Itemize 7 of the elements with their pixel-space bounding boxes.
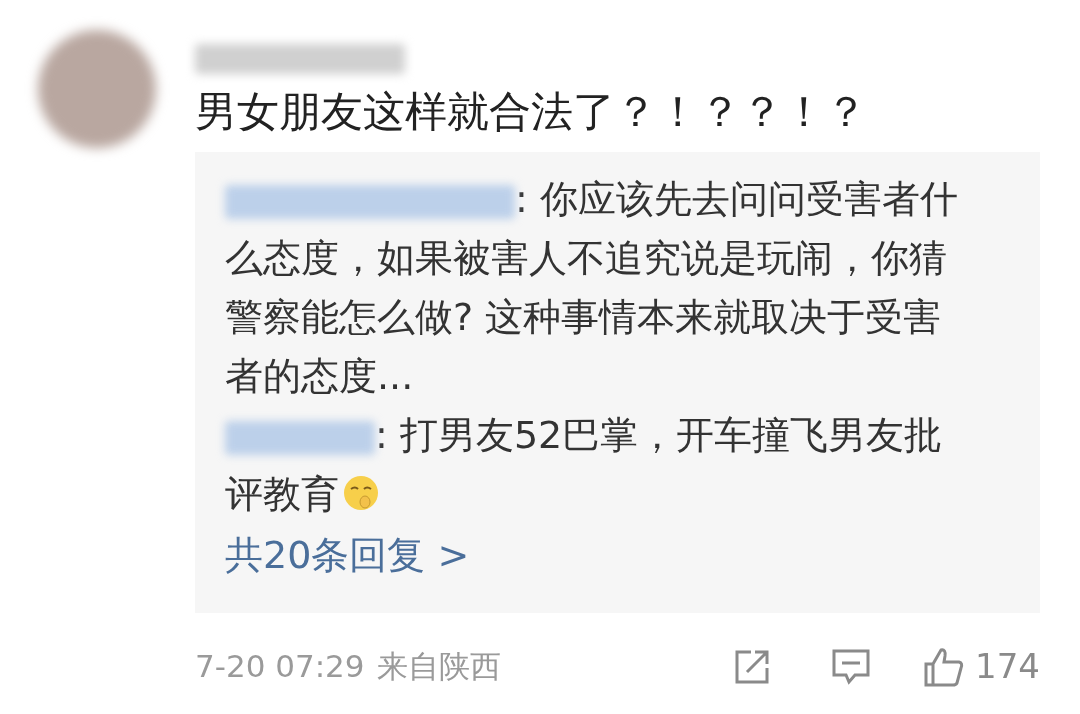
comment-text: 男女朋友这样就合法了？！？？！？ [195, 86, 868, 138]
timestamp: 7-20 07:29 [195, 647, 365, 687]
location: 来自陕西 [376, 647, 501, 687]
like-button[interactable]: 174 [923, 641, 1040, 692]
reply-text: : 打男友52巴掌，开车撞飞男友批评教育 [225, 412, 944, 518]
more-replies-link[interactable]: 共20条回复 > [225, 526, 470, 585]
reply-text: : 你应该先去问问受害者什么态度，如果被害人不追究说是玩闹，你猜警察能怎么做? 这种事情本来就取决于受害者的态度... [225, 176, 959, 400]
